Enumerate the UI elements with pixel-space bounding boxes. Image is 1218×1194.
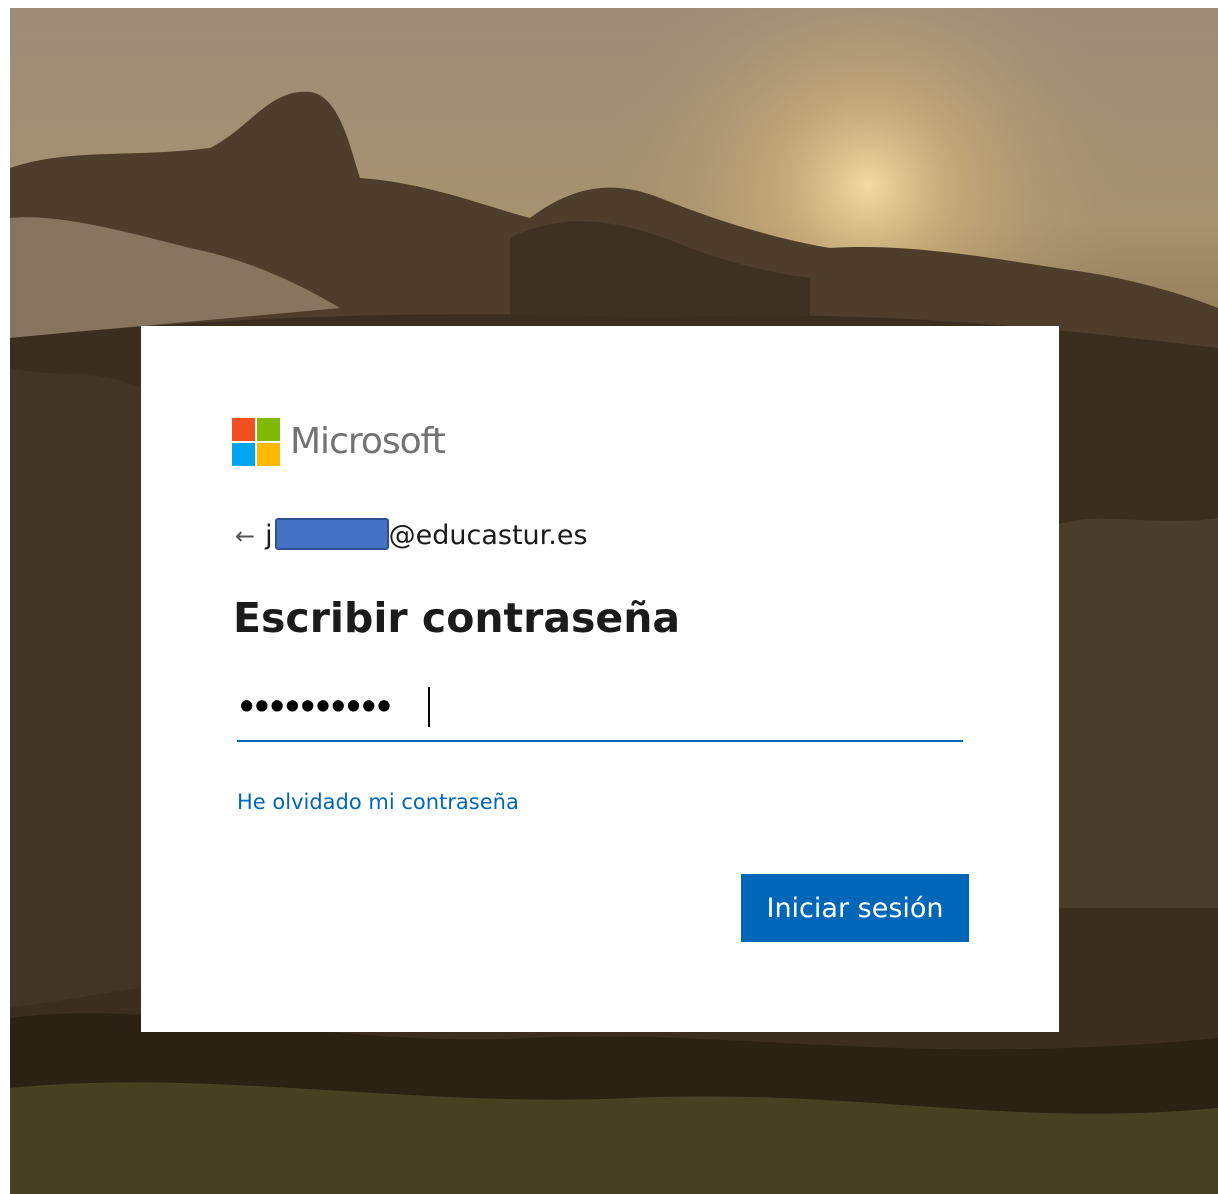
logo-square-yellow xyxy=(257,443,280,466)
forgot-password-link[interactable]: He olvidado mi contraseña xyxy=(237,786,519,818)
sign-in-card: Microsoft ← j @educastur.es Escribir cont… xyxy=(141,326,1059,1032)
identity-banner[interactable]: ← j @educastur.es xyxy=(235,516,588,556)
email-domain: @educastur.es xyxy=(388,520,588,551)
logo-square-green xyxy=(257,418,280,441)
password-input[interactable] xyxy=(237,678,963,736)
logo-text: Microsoft xyxy=(290,421,446,462)
sign-in-page: Microsoft ← j @educastur.es Escribir cont… xyxy=(10,8,1218,1194)
sign-in-button[interactable]: Iniciar sesión xyxy=(741,874,969,942)
back-arrow-icon[interactable]: ← xyxy=(235,516,255,556)
logo-square-blue xyxy=(232,443,255,466)
email-prefix: j xyxy=(265,520,273,551)
microsoft-logo-icon xyxy=(232,418,280,466)
text-cursor xyxy=(428,687,430,727)
microsoft-logo: Microsoft xyxy=(232,418,446,466)
logo-square-red xyxy=(232,418,255,441)
page-title: Escribir contraseña xyxy=(233,594,681,642)
redaction-box xyxy=(274,518,389,550)
password-field[interactable] xyxy=(237,678,963,742)
